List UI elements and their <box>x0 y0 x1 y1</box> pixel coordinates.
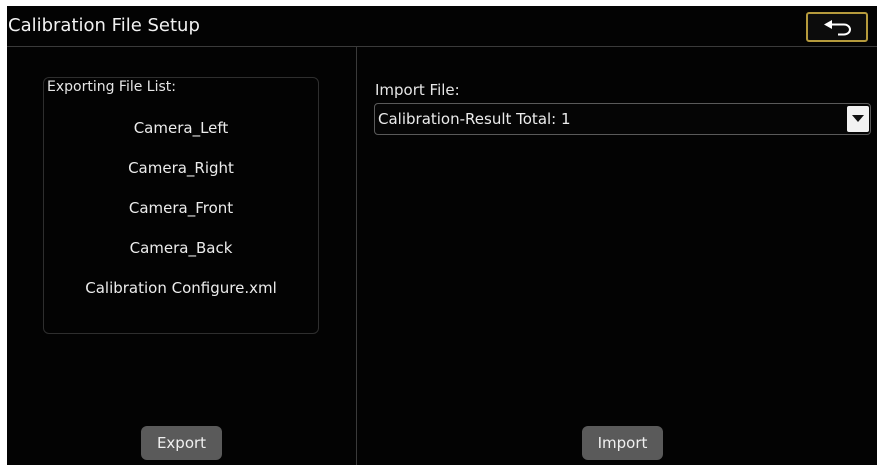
panel-divider <box>356 47 357 465</box>
file-list-item: Camera_Back <box>129 239 233 257</box>
file-list-item: Camera_Left <box>133 119 229 137</box>
export-button[interactable]: Export <box>141 426 222 460</box>
chevron-down-icon <box>852 115 864 122</box>
dropdown-toggle[interactable] <box>847 106 869 132</box>
exporting-file-list-label: Exporting File List: <box>47 79 176 95</box>
import-file-label: Import File: <box>375 81 460 99</box>
back-arrow-icon <box>824 20 851 36</box>
import-button[interactable]: Import <box>582 426 663 460</box>
back-button[interactable] <box>806 12 868 42</box>
import-file-select[interactable]: Calibration-Result Total: 1 <box>374 103 871 135</box>
title-bar: Calibration File Setup <box>7 6 877 47</box>
page-title: Calibration File Setup <box>8 15 200 36</box>
exporting-file-list: Exporting File List: Camera_Left Camera_… <box>43 77 319 334</box>
file-list-item: Camera_Right <box>128 159 234 177</box>
file-list-item: Calibration Configure.xml <box>85 279 277 297</box>
calibration-file-setup-screen: Calibration File Setup Exporting File Li… <box>7 6 877 465</box>
file-list-item: Camera_Front <box>128 199 234 217</box>
import-file-selected-value: Calibration-Result Total: 1 <box>378 110 571 128</box>
